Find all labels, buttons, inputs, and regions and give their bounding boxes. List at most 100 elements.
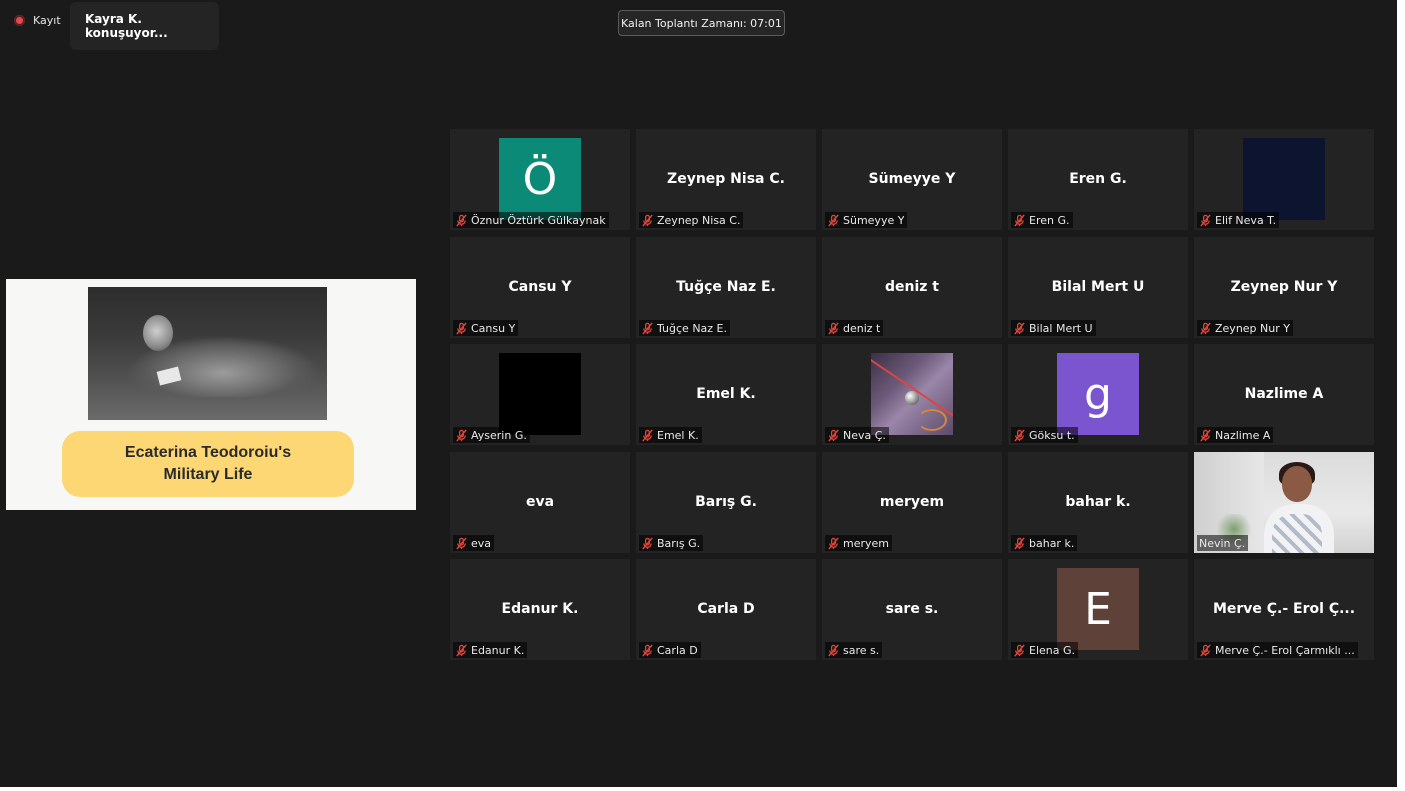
- slide-photo: [88, 287, 327, 420]
- participant-tile[interactable]: Sümeyye Y Sümeyye Y: [822, 129, 1002, 230]
- participant-name-label: sare s.: [825, 642, 883, 658]
- participant-tile[interactable]: meryem meryem: [822, 452, 1002, 553]
- participant-name-label: Nevin Ç.: [1197, 535, 1249, 551]
- participant-tile[interactable]: Emel K. Emel K.: [636, 344, 816, 445]
- participant-name: Sümeyye Y: [843, 213, 905, 227]
- participant-tile-name: Nazlime A: [1244, 386, 1324, 402]
- participant-name-label: Nazlime A: [1197, 427, 1274, 443]
- meeting-window: Kayıt Kayra K. konuşuyor... Kalan Toplan…: [0, 0, 1397, 787]
- participant-name: Merve Ç.- Erol Çarmıklı ...: [1215, 643, 1355, 657]
- participant-tile[interactable]: sare s. sare s.: [822, 559, 1002, 660]
- participant-name-label: Barış G.: [639, 535, 704, 551]
- participant-tile-name: Emel K.: [696, 386, 756, 402]
- participant-name: Zeynep Nisa C.: [657, 213, 741, 227]
- participant-name: Tuğçe Naz E.: [657, 321, 728, 335]
- participant-tile-name: sare s.: [885, 601, 939, 617]
- participant-avatar: E: [1057, 568, 1139, 650]
- participant-tile[interactable]: Tuğçe Naz E. Tuğçe Naz E.: [636, 237, 816, 338]
- participant-tile[interactable]: Ö Öznur Öztürk Gülkaynak: [450, 129, 630, 230]
- participant-tile[interactable]: Barış G. Barış G.: [636, 452, 816, 553]
- participant-name-label: bahar k.: [1011, 535, 1078, 551]
- participant-tile[interactable]: Neva Ç.: [822, 344, 1002, 445]
- participant-name-label: Göksu t.: [1011, 427, 1078, 443]
- participant-name: Cansu Y: [471, 321, 516, 335]
- participant-tile[interactable]: Zeynep Nisa C. Zeynep Nisa C.: [636, 129, 816, 230]
- participant-tile-name: eva: [525, 494, 555, 510]
- participant-name: deniz t: [843, 321, 881, 335]
- mic-muted-icon: [456, 643, 467, 657]
- participant-name-label: Zeynep Nur Y: [1197, 320, 1293, 336]
- participant-name-label: Eren G.: [1011, 212, 1073, 228]
- participant-tile-name: Bilal Mert U: [1051, 279, 1145, 295]
- participant-name: Bilal Mert U: [1029, 321, 1093, 335]
- participant-name: bahar k.: [1029, 536, 1075, 550]
- participant-name-label: Zeynep Nisa C.: [639, 212, 744, 228]
- mic-muted-icon: [642, 321, 653, 335]
- avatar-letter: g: [1084, 368, 1112, 420]
- participant-tile[interactable]: Zeynep Nur Y Zeynep Nur Y: [1194, 237, 1374, 338]
- participant-name-label: Bilal Mert U: [1011, 320, 1096, 336]
- mic-muted-icon: [1014, 428, 1025, 442]
- recording-indicator[interactable]: Kayıt: [14, 14, 61, 27]
- active-speaker-chip: Kayra K. konuşuyor...: [70, 2, 219, 50]
- mic-muted-icon: [1014, 321, 1025, 335]
- participant-name: Elif Neva T.: [1215, 213, 1277, 227]
- participant-tile[interactable]: deniz t deniz t: [822, 237, 1002, 338]
- participant-name: Zeynep Nur Y: [1215, 321, 1290, 335]
- participant-tile[interactable]: bahar k. bahar k.: [1008, 452, 1188, 553]
- participant-tile-name: Zeynep Nur Y: [1230, 279, 1338, 295]
- participant-tile[interactable]: Cansu Y Cansu Y: [450, 237, 630, 338]
- mic-muted-icon: [1014, 536, 1025, 550]
- participant-tile[interactable]: Ayserin G.: [450, 344, 630, 445]
- participant-tile[interactable]: Carla D Carla D: [636, 559, 816, 660]
- mic-muted-icon: [1200, 428, 1211, 442]
- participant-name-label: Neva Ç.: [825, 427, 889, 443]
- meeting-timer-label: Kalan Toplantı Zamanı: 07:01: [621, 16, 782, 30]
- participant-name-label: eva: [453, 535, 495, 551]
- participant-tile[interactable]: Edanur K. Edanur K.: [450, 559, 630, 660]
- participant-tile[interactable]: Elif Neva T.: [1194, 129, 1374, 230]
- recording-label: Kayıt: [33, 14, 61, 27]
- participant-name-label: Elif Neva T.: [1197, 212, 1280, 228]
- participant-name: Nevin Ç.: [1199, 536, 1246, 550]
- mic-muted-icon: [828, 643, 839, 657]
- participant-name: Neva Ç.: [843, 428, 886, 442]
- participant-tile[interactable]: g Göksu t.: [1008, 344, 1188, 445]
- participant-name: Öznur Öztürk Gülkaynak: [471, 213, 606, 227]
- participant-tile[interactable]: Bilal Mert U Bilal Mert U: [1008, 237, 1188, 338]
- participant-tile[interactable]: eva eva: [450, 452, 630, 553]
- participant-name-label: Cansu Y: [453, 320, 519, 336]
- participant-avatar: [499, 353, 581, 435]
- mic-muted-icon: [1200, 643, 1211, 657]
- participant-name-label: Tuğçe Naz E.: [639, 320, 731, 336]
- record-icon: [14, 15, 25, 26]
- participant-name-label: Edanur K.: [453, 642, 528, 658]
- participant-tile-name: Tuğçe Naz E.: [676, 279, 776, 295]
- participant-name: Göksu t.: [1029, 428, 1075, 442]
- participant-tile[interactable]: Nevin Ç.: [1194, 452, 1374, 553]
- participant-name-label: meryem: [825, 535, 892, 551]
- participant-tile[interactable]: Eren G. Eren G.: [1008, 129, 1188, 230]
- participant-tile-name: Edanur K.: [501, 601, 579, 617]
- participant-tile[interactable]: Nazlime A Nazlime A: [1194, 344, 1374, 445]
- participant-tile-name: deniz t: [885, 279, 939, 295]
- mic-muted-icon: [642, 536, 653, 550]
- participant-name: Ayserin G.: [471, 428, 527, 442]
- mic-muted-icon: [642, 213, 653, 227]
- participant-tile-name: Barış G.: [695, 494, 757, 510]
- participant-name: meryem: [843, 536, 889, 550]
- active-speaker-label: Kayra K. konuşuyor...: [85, 12, 168, 40]
- participant-name: Nazlime A: [1215, 428, 1271, 442]
- participant-name-label: Öznur Öztürk Gülkaynak: [453, 212, 609, 228]
- participant-name-label: deniz t: [825, 320, 884, 336]
- participant-tile-name: bahar k.: [1065, 494, 1131, 510]
- mic-muted-icon: [828, 428, 839, 442]
- participant-tile[interactable]: E Elena G.: [1008, 559, 1188, 660]
- participant-tile[interactable]: Merve Ç.- Erol Ç... Merve Ç.- Erol Çarmık…: [1194, 559, 1374, 660]
- participant-tile-name: meryem: [879, 494, 945, 510]
- mic-muted-icon: [642, 643, 653, 657]
- participant-tile-name: Carla D: [697, 601, 755, 617]
- slide-title: Ecaterina Teodoroiu's Military Life: [62, 431, 354, 497]
- shared-screen[interactable]: Ecaterina Teodoroiu's Military Life: [6, 279, 416, 510]
- participant-avatar: [1243, 138, 1325, 220]
